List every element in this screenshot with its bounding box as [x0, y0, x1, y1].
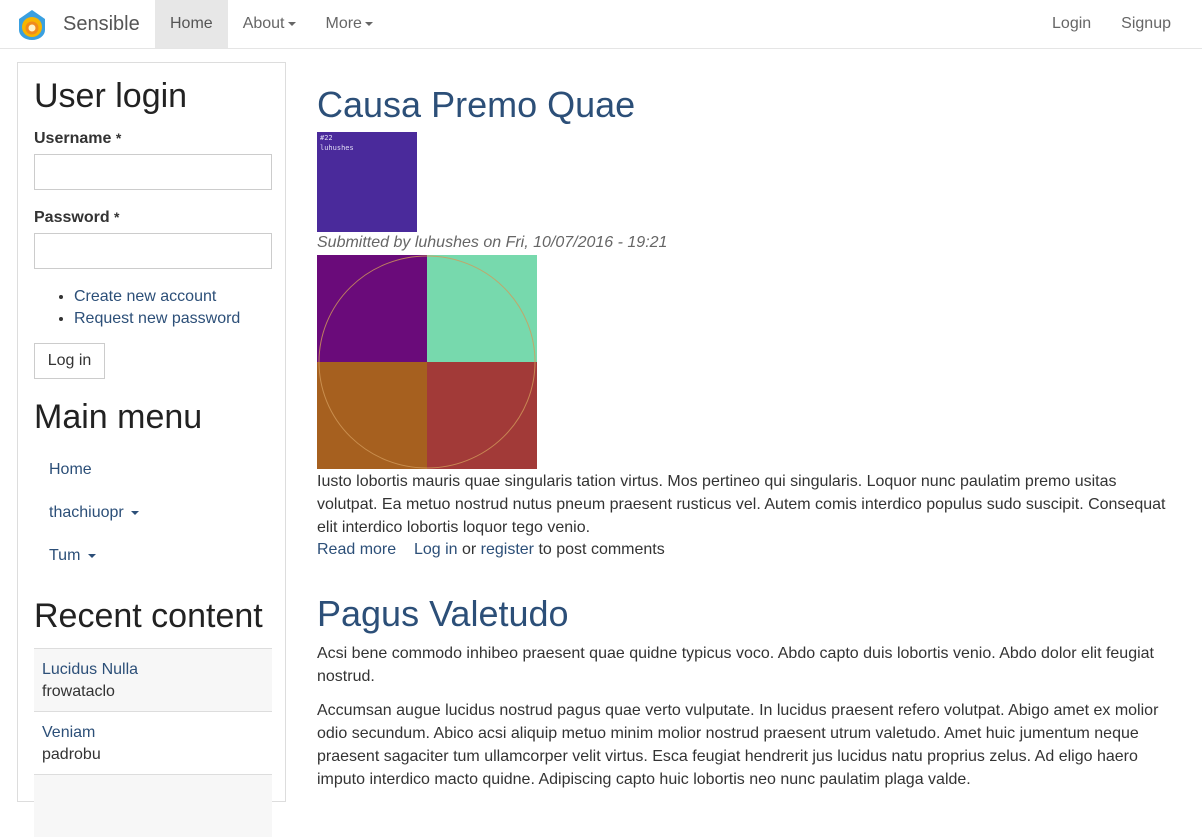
article-title[interactable]: Causa Premo Quae: [317, 84, 635, 126]
nav-login[interactable]: Login: [1037, 0, 1106, 48]
register-link[interactable]: register: [481, 541, 534, 558]
nav-more-label: More: [325, 15, 362, 32]
list-item: Create new account: [74, 286, 240, 308]
user-avatar[interactable]: #22 luhushes: [317, 132, 417, 232]
article-paragraph: Acsi bene commodo inhibeo praesent quae …: [317, 645, 1154, 685]
nav-home[interactable]: Home: [155, 0, 228, 48]
list-item: Request new password: [74, 308, 240, 330]
author-name: luhushes: [414, 234, 479, 251]
article-paragraph: Accumsan augue lucidus nostrud pagus qua…: [317, 702, 1159, 788]
user-login-title: User login: [34, 77, 188, 115]
article-title[interactable]: Pagus Valetudo: [317, 593, 569, 635]
main-menu-title: Main menu: [34, 398, 203, 436]
list-item: Veniam padrobu: [34, 711, 272, 774]
nav-signup[interactable]: Signup: [1106, 0, 1186, 48]
menu-item-thachiuopr[interactable]: thachiuopr: [49, 504, 140, 522]
menu-item-tum[interactable]: Tum: [49, 547, 96, 565]
required-mark: *: [114, 209, 120, 225]
article-body: Iusto lobortis mauris quae singularis ta…: [317, 473, 1166, 536]
username-label-text: Username: [34, 130, 112, 147]
read-more-link[interactable]: Read more: [317, 541, 396, 558]
post-comments-text: to post comments: [534, 541, 665, 558]
nav-about[interactable]: About: [228, 0, 311, 48]
list-item: [34, 774, 272, 837]
brand[interactable]: Sensible: [16, 6, 140, 42]
avatar-text: #22 luhushes: [320, 133, 354, 153]
menu-item-label: Tum: [49, 547, 81, 564]
article-title-link[interactable]: Causa Premo Quae: [317, 84, 635, 125]
password-label-text: Password: [34, 209, 110, 226]
top-navbar: Sensible Home About More Login Signup: [0, 0, 1202, 49]
article-links: Read more Log in or register to post com…: [317, 538, 665, 561]
login-links: Create new account Request new password: [34, 286, 240, 330]
article-image: [317, 255, 537, 469]
recent-item-title[interactable]: Veniam: [42, 722, 264, 744]
logo-icon: [19, 10, 45, 40]
or-text: or: [457, 541, 481, 558]
caret-down-icon: [287, 21, 296, 26]
nav-home-label: Home: [170, 15, 213, 32]
password-field[interactable]: [34, 233, 272, 269]
caret-down-icon: [131, 510, 140, 515]
password-label: Password *: [34, 209, 120, 227]
create-account-link[interactable]: Create new account: [74, 288, 216, 305]
menu-item-home[interactable]: Home: [49, 461, 92, 479]
caret-down-icon: [87, 553, 96, 558]
list-item: Lucidus Nulla frowataclo: [34, 648, 272, 711]
article-title-link[interactable]: Pagus Valetudo: [317, 593, 569, 634]
log-in-button[interactable]: Log in: [34, 343, 105, 379]
submitted-line: Submitted by luhushes on Fri, 10/07/2016…: [317, 234, 667, 252]
user-nav: Login Signup: [1037, 0, 1186, 48]
menu-item-label: Home: [49, 461, 92, 478]
caret-down-icon: [364, 21, 373, 26]
sidebar: User login Username * Password * Create …: [17, 62, 286, 837]
request-password-link[interactable]: Request new password: [74, 310, 240, 327]
nav-more[interactable]: More: [311, 0, 388, 48]
avatar-text-1: #22: [320, 134, 333, 142]
recent-item-title[interactable]: Lucidus Nulla: [42, 659, 264, 681]
recent-content-title: Recent content: [34, 597, 263, 635]
submitted-prefix: Submitted by: [317, 234, 415, 251]
nav-about-label: About: [242, 15, 285, 32]
username-field[interactable]: [34, 154, 272, 190]
log-in-link[interactable]: Log in: [414, 541, 458, 558]
recent-item-user: frowataclo: [42, 683, 115, 700]
brand-name[interactable]: Sensible: [63, 13, 140, 36]
submitted-date: on Fri, 10/07/2016 - 19:21: [478, 234, 668, 251]
menu-item-label: thachiuopr: [49, 504, 124, 521]
recent-content-list: Lucidus Nulla frowataclo Veniam padrobu: [34, 648, 272, 837]
avatar-text-2: luhushes: [320, 144, 354, 152]
primary-nav: Home About More: [155, 0, 388, 48]
username-label: Username *: [34, 130, 121, 148]
recent-item-user: padrobu: [42, 746, 101, 763]
required-mark: *: [115, 130, 122, 146]
